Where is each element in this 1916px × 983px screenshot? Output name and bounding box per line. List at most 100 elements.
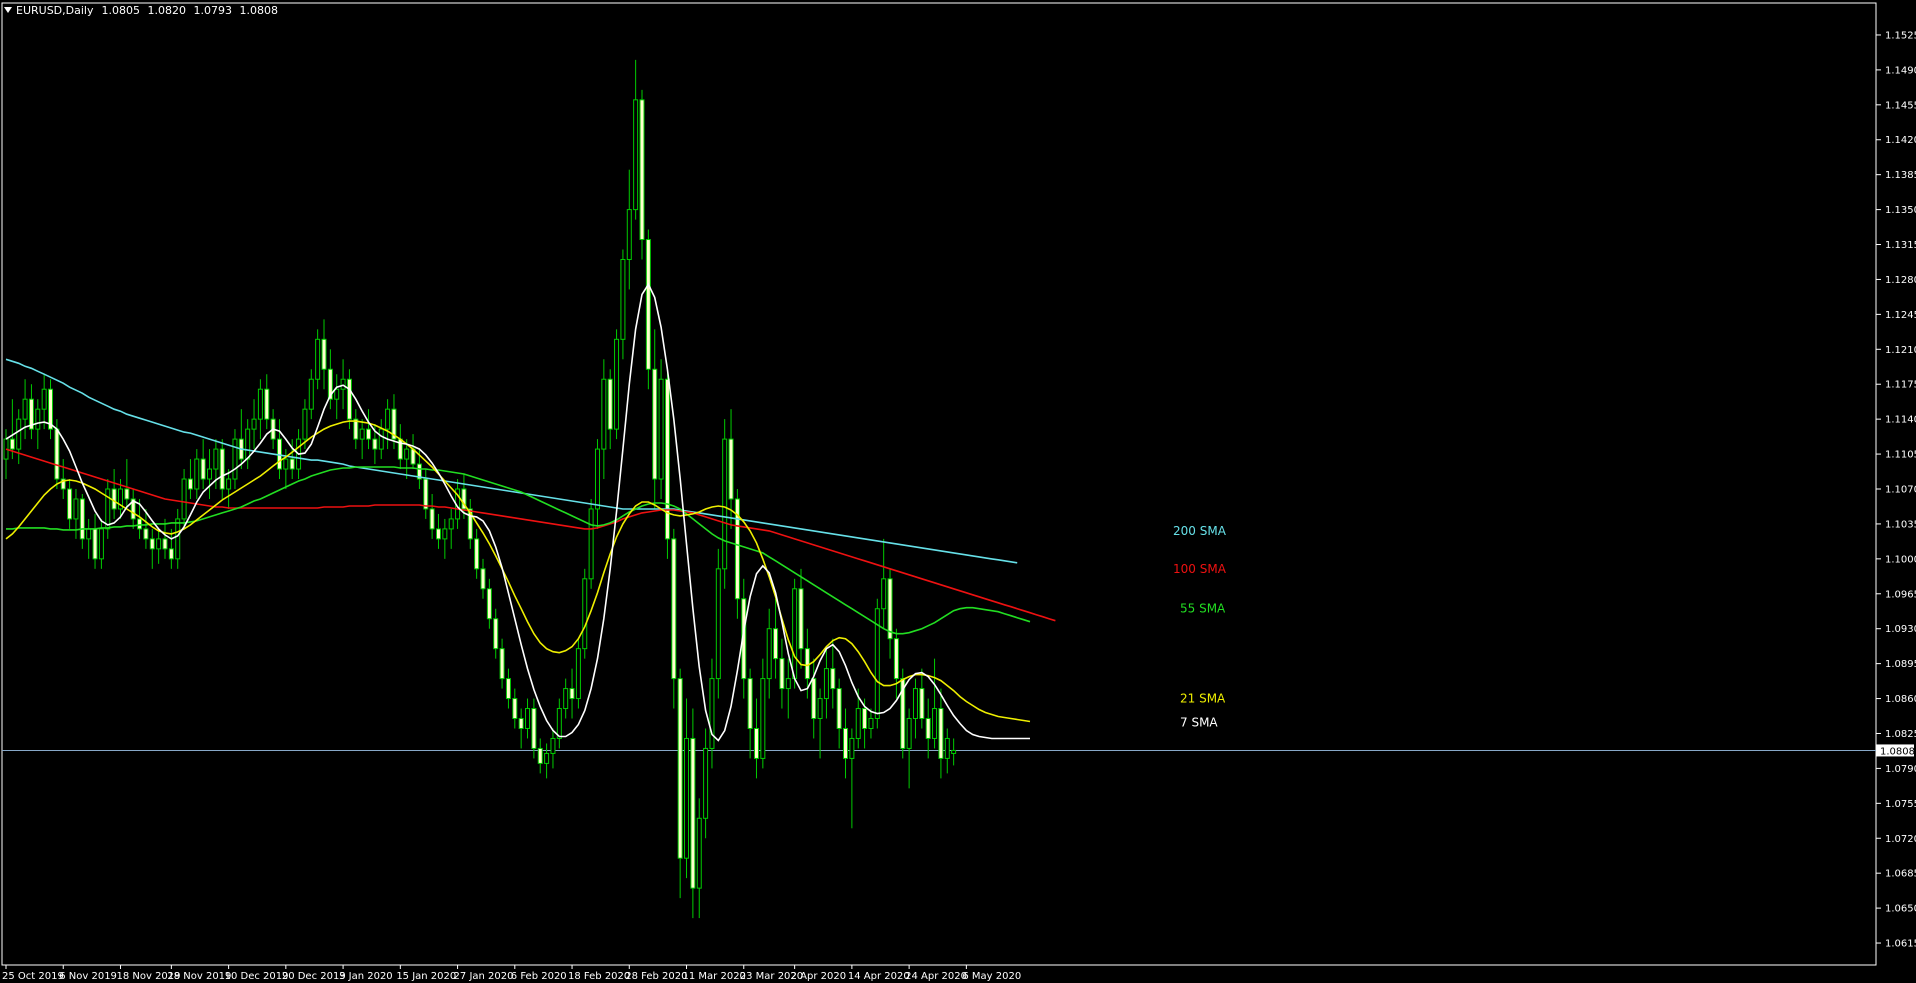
candle-bear[interactable]: [289, 458, 295, 470]
candle-bear[interactable]: [264, 388, 270, 420]
candle-bear[interactable]: [505, 678, 511, 700]
candle-bull[interactable]: [232, 438, 238, 480]
candle-bear[interactable]: [804, 648, 810, 680]
candle-bear[interactable]: [753, 727, 759, 759]
candle-bear[interactable]: [9, 438, 15, 450]
candle-bear[interactable]: [811, 678, 817, 720]
candle-bull[interactable]: [722, 438, 728, 570]
candle-bull[interactable]: [181, 478, 187, 520]
candle-bull[interactable]: [207, 468, 213, 480]
candle-bear[interactable]: [893, 638, 899, 680]
candle-bear[interactable]: [773, 628, 779, 660]
candle-bull[interactable]: [766, 628, 772, 680]
candle-bull[interactable]: [308, 378, 314, 410]
candle-bull[interactable]: [404, 448, 410, 460]
candle-bear[interactable]: [423, 478, 429, 510]
candle-bull[interactable]: [855, 708, 861, 739]
candle-bear[interactable]: [862, 708, 868, 729]
candle-bear[interactable]: [162, 538, 168, 550]
candle-bear[interactable]: [798, 588, 804, 650]
candle-bull[interactable]: [340, 378, 346, 390]
candle-bull[interactable]: [684, 737, 690, 859]
candle-bull[interactable]: [715, 568, 721, 680]
candle-bull[interactable]: [245, 428, 251, 460]
candle-bear[interactable]: [639, 99, 645, 241]
candle-bear[interactable]: [149, 538, 155, 550]
candle-bull[interactable]: [448, 518, 454, 530]
candle-bear[interactable]: [836, 688, 842, 729]
candle-bear[interactable]: [677, 678, 683, 859]
candle-bear[interactable]: [569, 688, 575, 700]
candle-bear[interactable]: [79, 498, 85, 540]
candle-bull[interactable]: [22, 398, 28, 420]
candle-bull[interactable]: [709, 678, 715, 749]
candle-bear[interactable]: [187, 478, 193, 490]
candle-bear[interactable]: [652, 368, 658, 480]
candle-bear[interactable]: [664, 378, 670, 540]
candle-bear[interactable]: [486, 588, 492, 620]
candle-bear[interactable]: [493, 618, 499, 650]
candle-bear[interactable]: [372, 438, 378, 450]
candle-bull[interactable]: [556, 708, 562, 739]
candle-bull[interactable]: [760, 678, 766, 759]
candle-bull[interactable]: [359, 428, 365, 440]
candle-bull[interactable]: [315, 338, 321, 380]
candle-bull[interactable]: [944, 737, 950, 759]
candle-bull[interactable]: [785, 678, 791, 690]
candle-bear[interactable]: [671, 538, 677, 680]
candle-bull[interactable]: [817, 698, 823, 720]
candle-bear[interactable]: [537, 747, 543, 764]
candle-bull[interactable]: [868, 718, 874, 729]
candle-bull[interactable]: [575, 648, 581, 700]
candle-bear[interactable]: [54, 428, 60, 480]
candle-bull[interactable]: [156, 538, 162, 550]
candle-bull[interactable]: [334, 388, 340, 400]
candle-bull[interactable]: [105, 488, 111, 530]
candle-bear[interactable]: [690, 737, 696, 889]
candle-bull[interactable]: [213, 448, 219, 470]
candle-bull[interactable]: [226, 478, 232, 490]
candle-bear[interactable]: [747, 678, 753, 729]
candle-bull[interactable]: [251, 418, 257, 430]
candle-bear[interactable]: [111, 488, 117, 510]
candle-bull[interactable]: [257, 388, 263, 420]
candle-bull[interactable]: [283, 458, 289, 470]
candle-bear[interactable]: [346, 378, 352, 420]
candle-bull[interactable]: [194, 458, 200, 490]
candle-bull[interactable]: [582, 578, 588, 650]
candle-bull[interactable]: [951, 749, 957, 754]
candle-bear[interactable]: [925, 718, 931, 739]
candle-bear[interactable]: [499, 648, 505, 680]
candle-bear[interactable]: [830, 668, 836, 690]
candle-bull[interactable]: [881, 578, 887, 610]
candle-bear[interactable]: [518, 718, 524, 729]
candle-bull[interactable]: [633, 99, 639, 211]
candle-bull[interactable]: [544, 752, 550, 764]
candle-bull[interactable]: [563, 688, 569, 710]
candle-bull[interactable]: [588, 508, 594, 580]
candle-bear[interactable]: [919, 688, 925, 720]
candle-bear[interactable]: [645, 239, 651, 370]
candle-bull[interactable]: [620, 258, 626, 340]
candle-bull[interactable]: [614, 338, 620, 430]
candle-bear[interactable]: [124, 488, 130, 500]
candle-bull[interactable]: [932, 708, 938, 739]
candle-bear[interactable]: [137, 518, 143, 530]
candle-bear[interactable]: [429, 508, 435, 530]
candle-bear[interactable]: [779, 658, 785, 690]
candle-bear[interactable]: [321, 338, 327, 370]
candle-bull[interactable]: [906, 718, 912, 749]
candle-bull[interactable]: [912, 688, 918, 720]
candle-bear[interactable]: [168, 548, 174, 560]
candle-bull[interactable]: [594, 448, 600, 510]
candle-bull[interactable]: [658, 378, 664, 480]
candle-bear[interactable]: [843, 727, 849, 759]
candle-bull[interactable]: [849, 737, 855, 759]
candle-bull[interactable]: [703, 747, 709, 819]
candle-bull[interactable]: [442, 528, 448, 540]
candle-bear[interactable]: [200, 458, 206, 480]
candle-bear[interactable]: [143, 528, 149, 540]
candle-bear[interactable]: [531, 708, 537, 749]
candle-bear[interactable]: [92, 528, 98, 560]
candle-bull[interactable]: [626, 209, 632, 260]
